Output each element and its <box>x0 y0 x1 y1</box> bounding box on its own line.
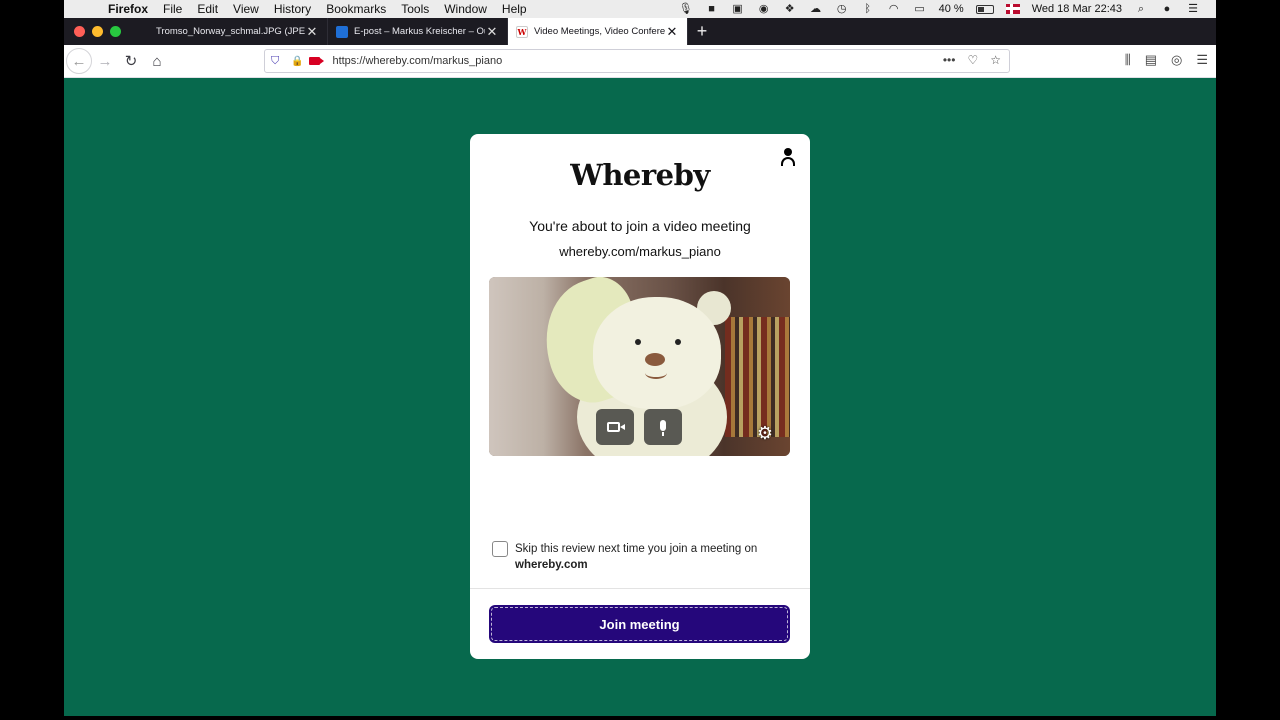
cloud-icon[interactable]: ☁ <box>809 3 823 15</box>
menu-file[interactable]: File <box>163 2 182 16</box>
airdrop-icon[interactable]: ◉ <box>757 3 771 15</box>
url-actions: ••• ♡ ☆ <box>943 53 1001 67</box>
microphone-icon <box>660 419 666 436</box>
address-bar[interactable]: ⛉ 🔒 https://whereby.com/markus_piano •••… <box>264 49 1010 73</box>
tab-whereby[interactable]: W Video Meetings, Video Confere ✕ <box>508 18 688 45</box>
menu-edit[interactable]: Edit <box>197 2 218 16</box>
close-window-button[interactable] <box>74 26 85 37</box>
tab-title: Video Meetings, Video Confere <box>534 26 665 37</box>
join-headline: You're about to join a video meeting <box>529 218 751 234</box>
camera-permission-icon[interactable] <box>309 57 325 65</box>
airplay-icon[interactable]: ▭ <box>913 3 927 15</box>
screen: Firefox File Edit View History Bookmarks… <box>0 0 1280 720</box>
meeting-url: whereby.com/markus_piano <box>559 244 721 259</box>
tab-strip: Tromso_Norway_schmal.JPG (JPEG ✕ E-post … <box>64 18 1216 45</box>
library-icon[interactable]: ⫼ <box>1125 52 1131 68</box>
navigation-bar: ← → ↻ ⌂ ⛉ 🔒 https://whereby.com/markus_p… <box>64 45 1216 78</box>
skip-review-label[interactable]: Skip this review next time you join a me… <box>515 541 757 573</box>
battery-icon[interactable] <box>975 4 994 14</box>
menu-view[interactable]: View <box>233 2 259 16</box>
pocket-icon[interactable]: ♡ <box>967 53 978 67</box>
join-meeting-card: Whereby You're about to join a video mee… <box>470 134 810 659</box>
bluetooth-icon[interactable]: ᛒ <box>861 3 875 15</box>
menu-app-name[interactable]: Firefox <box>108 2 148 16</box>
tab-outlook-mail[interactable]: E-post – Markus Kreischer – Ou ✕ <box>328 18 508 45</box>
camera-status-icon[interactable]: ■ <box>705 3 719 15</box>
outlook-favicon-icon <box>336 25 348 38</box>
wifi-icon[interactable]: ◠ <box>887 3 901 15</box>
notification-center-icon[interactable]: ☰ <box>1186 3 1200 15</box>
camera-toggle-button[interactable] <box>596 409 634 445</box>
url-text[interactable]: https://whereby.com/markus_piano <box>332 55 502 67</box>
window-controls <box>64 18 148 45</box>
skip-review-domain: whereby.com <box>515 559 588 571</box>
page-content: Whereby You're about to join a video mee… <box>64 78 1216 716</box>
clock[interactable]: Wed 18 Mar 22:43 <box>1032 3 1122 15</box>
settings-gear-icon[interactable]: ⚙ <box>755 423 775 443</box>
menu-window[interactable]: Window <box>444 2 487 16</box>
tab-close-icon[interactable]: ✕ <box>305 24 319 40</box>
skip-review-option: Skip this review next time you join a me… <box>492 541 792 573</box>
camera-preview: ⚙ <box>489 277 790 456</box>
fullscreen-window-button[interactable] <box>110 26 121 37</box>
tab-title: Tromso_Norway_schmal.JPG (JPEG <box>156 26 305 37</box>
lock-icon[interactable]: 🔒 <box>291 56 303 67</box>
battery-percent[interactable]: 40 % <box>939 3 964 15</box>
forward-button[interactable]: → <box>92 48 118 74</box>
bookshelf <box>725 317 790 437</box>
camera-icon <box>606 422 625 432</box>
spotlight-search-icon[interactable]: ⌕ <box>1134 3 1148 15</box>
microphone-toggle-button[interactable] <box>644 409 682 445</box>
hamburger-menu-icon[interactable]: ☰ <box>1196 52 1208 68</box>
toolbar-right: ⫼ ▤ ◎ ☰ <box>1125 52 1208 68</box>
skip-review-checkbox[interactable] <box>492 541 508 557</box>
tab-close-icon[interactable]: ✕ <box>665 24 679 40</box>
input-source-flag-icon[interactable] <box>1005 4 1020 14</box>
menu-bookmarks[interactable]: Bookmarks <box>326 2 386 16</box>
reload-button[interactable]: ↻ <box>118 48 144 74</box>
page-actions-icon[interactable]: ••• <box>943 53 956 67</box>
siri-icon[interactable]: ● <box>1160 3 1174 15</box>
menu-help[interactable]: Help <box>502 2 527 16</box>
menu-history[interactable]: History <box>274 2 311 16</box>
dropbox-icon[interactable]: ❖ <box>783 3 797 15</box>
tab-title: E-post – Markus Kreischer – Ou <box>354 26 485 37</box>
new-tab-button[interactable]: + <box>688 18 716 45</box>
divider <box>470 588 810 589</box>
tab-tromso-image[interactable]: Tromso_Norway_schmal.JPG (JPEG ✕ <box>148 18 328 45</box>
bookmark-star-icon[interactable]: ☆ <box>990 53 1001 67</box>
menu-bar: Firefox File Edit View History Bookmarks… <box>64 0 1216 18</box>
account-icon[interactable]: ◎ <box>1171 52 1182 68</box>
back-button[interactable]: ← <box>66 48 92 74</box>
whereby-logo: Whereby <box>570 158 710 192</box>
time-machine-icon[interactable]: ◷ <box>835 3 849 15</box>
tracking-protection-shield-icon[interactable]: ⛉ <box>271 55 283 68</box>
menu-tools[interactable]: Tools <box>401 2 429 16</box>
microphone-status-icon[interactable]: 🎙 <box>679 3 693 15</box>
home-button[interactable]: ⌂ <box>144 48 170 74</box>
status-area: 🎙 ■ ▣ ◉ ❖ ☁ ◷ ᛒ ◠ ▭ 40 % Wed 18 Mar 22:4… <box>679 0 1200 18</box>
whereby-favicon-icon: W <box>516 25 528 38</box>
tab-close-icon[interactable]: ✕ <box>485 24 499 40</box>
sidebar-icon[interactable]: ▤ <box>1145 52 1157 68</box>
screen-capture-icon[interactable]: ▣ <box>731 3 745 15</box>
join-meeting-button[interactable]: Join meeting <box>489 605 790 643</box>
minimize-window-button[interactable] <box>92 26 103 37</box>
